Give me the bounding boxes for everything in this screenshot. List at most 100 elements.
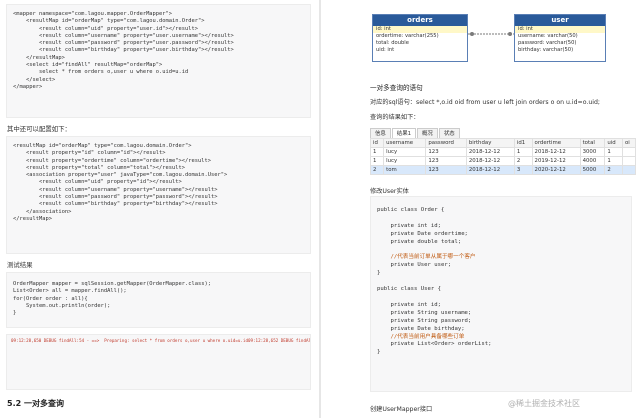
orders-field: id: int	[373, 26, 467, 33]
config-note: 其中还可以配置如下：	[7, 125, 71, 133]
code-line: System.out.println(order);	[13, 302, 111, 309]
code-line: </association>	[13, 208, 72, 215]
table-cell: 2018-12-12	[465, 165, 515, 175]
column-header[interactable]: id1	[513, 138, 533, 148]
column-header[interactable]: username	[383, 138, 427, 148]
create-usermapper-label: 创建UserMapper接口	[370, 406, 433, 413]
table-cell: 2018-12-12	[465, 156, 515, 166]
left-page: <mapper namespace="com.lagou.mapper.Orde…	[0, 0, 320, 418]
java-test-code-block: OrderMapper mapper = sqlSession.getMappe…	[6, 272, 311, 328]
column-header[interactable]: ordertime	[531, 138, 581, 148]
table-cell: 3000	[579, 147, 606, 157]
code-line: </resultMap>	[13, 215, 52, 222]
code-line: <result property="id" column="id"></resu…	[13, 150, 166, 157]
entity-java-code-block: public class Order { private int id; pri…	[370, 196, 632, 392]
code-line: </resultMap>	[13, 54, 65, 61]
table-cell: 2018-12-12	[531, 147, 581, 157]
code-line: <result column="birthday" property="user…	[13, 47, 234, 54]
table-header-row: id username password birthday id1 ordertime to…	[369, 138, 637, 148]
table-cell: 5000	[579, 165, 606, 175]
user-field: password: varchar(50)	[518, 40, 577, 46]
sql-statement-text: 对应的sql语句：select *,o.id oid from user u l…	[370, 99, 601, 106]
table-cell	[621, 156, 637, 166]
code-line: <resultMap id="orderMap" type="com.lagou…	[13, 18, 205, 25]
code-line: <association property="user" javaType="c…	[13, 172, 228, 179]
table-cell: lucy	[383, 147, 427, 157]
table-cell: 2020-12-12	[531, 165, 581, 175]
tab-result1[interactable]: 结果1	[391, 128, 417, 138]
column-header[interactable]: uid	[604, 138, 623, 148]
table-cell: 1	[369, 147, 385, 157]
modify-user-entity-label: 修改User实体	[370, 188, 409, 195]
code-line: select * from orders o,user u where o.ui…	[13, 69, 189, 76]
table-cell: 2	[604, 165, 623, 175]
code-line: private Date ordertime;	[377, 230, 468, 237]
mapper-xml-code-block: <mapper namespace="com.lagou.mapper.Orde…	[6, 4, 311, 118]
code-line: <result column="password" property="pass…	[13, 194, 218, 201]
user-entity: user id: int username: varchar(50) passw…	[514, 14, 606, 62]
code-line: private User user;	[377, 262, 452, 269]
code-line: private int id;	[377, 301, 441, 308]
column-header[interactable]: id	[369, 138, 385, 148]
query-result-label: 查询的结果如下：	[370, 114, 420, 121]
er-diagram: orders id: int ordertime: varchar(255) t…	[368, 14, 626, 76]
user-entity-title: user	[515, 15, 605, 26]
orders-entity-title: orders	[373, 15, 467, 26]
code-line: <result column="uid" property="user.id">…	[13, 25, 198, 32]
section-heading: 5.2 一对多查询	[7, 399, 64, 408]
log-line: 09:12:28,650 DEBUG findAll:54 - ==> Prep…	[11, 338, 248, 343]
table-cell: 2	[369, 165, 385, 175]
tab-info[interactable]: 信息	[370, 128, 391, 138]
code-line: <mapper namespace="com.lagou.mapper.Orde…	[13, 11, 173, 17]
code-line: private String password;	[377, 317, 472, 324]
code-line: private int id;	[377, 222, 441, 229]
column-header[interactable]: password	[425, 138, 467, 148]
column-header[interactable]: oi	[621, 138, 637, 148]
code-line: private String username;	[377, 309, 472, 316]
code-line: <result column="birthday" property="birt…	[13, 201, 218, 208]
code-line: }	[377, 270, 381, 277]
table-row[interactable]: 1 lucy 123 2018-12-12 2 2019-12-12 4000 1	[369, 156, 637, 166]
code-line: private List<Order> orderList;	[377, 341, 492, 348]
query-result-table: id username password birthday id1 ordertime to…	[369, 138, 637, 175]
tab-overview[interactable]: 概况	[417, 128, 438, 138]
code-line: <result property="ordertime" column="ord…	[13, 157, 211, 164]
code-line: //代表当前订单从属于哪一个客户	[377, 254, 476, 261]
code-line: }	[377, 349, 381, 356]
one-to-many-title: 一对多查询的语句	[370, 84, 423, 92]
code-line: List<Order> all = mapper.findAll();	[13, 288, 127, 295]
tab-status[interactable]: 状态	[438, 128, 460, 138]
user-field: birthday: varchar(50)	[518, 47, 574, 53]
code-line: <result column="username" property="user…	[13, 186, 218, 193]
table-cell: 1	[604, 156, 623, 166]
table-row[interactable]: 1 lucy 123 2018-12-12 1 2018-12-12 3000 1	[369, 147, 637, 157]
table-cell: 2018-12-12	[465, 147, 515, 157]
orders-entity: orders id: int ordertime: varchar(255) t…	[372, 14, 468, 62]
code-line: <select id="findAll" resultMap="orderMap…	[13, 62, 163, 69]
code-line: for(Order order : all){	[13, 295, 88, 302]
code-line: //代表当前用户具备哪些订单	[377, 333, 465, 340]
orders-field: uid: int	[376, 47, 395, 53]
code-line: <resultMap id="orderMap" type="com.lagou…	[13, 143, 192, 149]
table-cell: tom	[383, 165, 427, 175]
code-line: private double total;	[377, 238, 462, 245]
result-tabs: 信息 结果1 概况 状态	[370, 128, 461, 138]
column-header[interactable]: birthday	[465, 138, 515, 148]
orders-field: ordertime: varchar(255)	[376, 33, 439, 39]
table-row[interactable]: 2 tom 123 2018-12-12 3 2020-12-12 5000 2	[369, 165, 637, 175]
table-cell: 123	[425, 147, 467, 157]
column-header[interactable]: total	[579, 138, 606, 148]
code-line: <result column="password" property="user…	[13, 40, 234, 47]
watermark: @稀土掘金技术社区	[508, 399, 580, 408]
code-line: public class Order {	[377, 207, 445, 213]
log-line: 09:12:28,652 DEBUG findAll:54 - ==> Para…	[247, 338, 311, 343]
table-cell: 1	[513, 147, 533, 157]
table-cell: 2019-12-12	[531, 156, 581, 166]
code-line: <result property="total" column="total">…	[13, 164, 186, 171]
page-divider	[319, 0, 321, 418]
test-result-label: 测试结果	[7, 261, 33, 269]
code-line: private Date birthday;	[377, 325, 465, 332]
code-line: public class User {	[377, 286, 441, 293]
